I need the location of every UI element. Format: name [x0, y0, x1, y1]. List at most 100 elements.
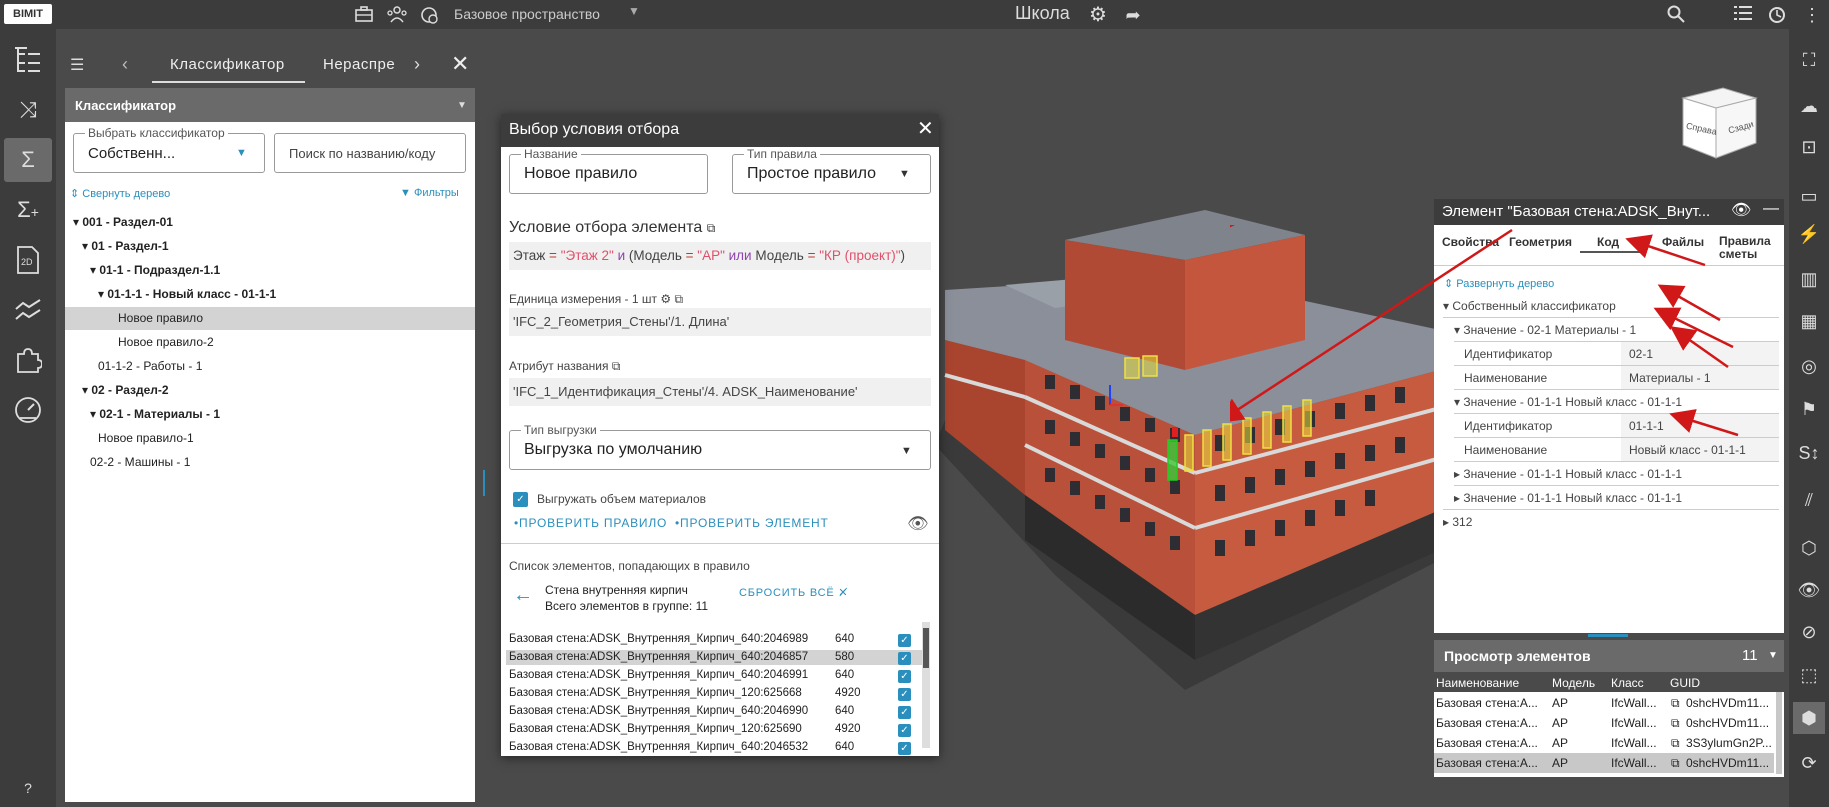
- target-icon[interactable]: ◎: [1793, 350, 1825, 382]
- minimize-icon[interactable]: —: [1763, 200, 1779, 218]
- space-selector[interactable]: Базовое пространство: [454, 6, 600, 22]
- tab-unassigned[interactable]: Нераспре: [323, 56, 403, 73]
- scrollbar-thumb[interactable]: [923, 628, 929, 668]
- col-model[interactable]: Модель: [1552, 676, 1595, 690]
- gear-icon[interactable]: ⚙: [1088, 5, 1108, 25]
- measure-ruler-icon[interactable]: ▭: [1793, 180, 1825, 212]
- chevron-down-icon[interactable]: ▾: [82, 383, 91, 397]
- cloud-upload-icon[interactable]: ☁: [1793, 90, 1825, 122]
- list-item-checkbox[interactable]: ✓: [898, 652, 911, 665]
- panel-resize-handle[interactable]: [1588, 634, 1628, 637]
- check-element-button[interactable]: •ПРОВЕРИТЬ ЭЛЕМЕНТ: [675, 516, 829, 530]
- chevron-down-icon[interactable]: ▼: [628, 4, 640, 18]
- list-item-checkbox[interactable]: ✓: [898, 670, 911, 683]
- col-class[interactable]: Класс: [1611, 676, 1644, 690]
- clip-icon[interactable]: ⫽: [1793, 484, 1825, 516]
- chevron-down-icon[interactable]: ▾: [82, 239, 91, 253]
- close-icon[interactable]: ✕: [917, 116, 934, 141]
- 2d-icon[interactable]: 2D: [4, 238, 52, 282]
- chevron-down-icon[interactable]: ▼: [236, 147, 247, 159]
- arrow-left-icon[interactable]: ←: [513, 584, 533, 607]
- list-item-checkbox[interactable]: ✓: [898, 634, 911, 647]
- bimit-logo[interactable]: BIMIT: [4, 4, 52, 24]
- chevron-down-icon[interactable]: ▾: [98, 287, 107, 301]
- close-icon[interactable]: ✕: [451, 51, 469, 77]
- chevron-right-icon[interactable]: ›: [414, 54, 420, 75]
- name-attr-value[interactable]: 'IFC_1_Идентификация_Стены'/4. ADSK_Наим…: [509, 378, 931, 406]
- list-item-name[interactable]: Базовая стена:ADSK_Внутренняя_Кирпич_640…: [509, 669, 808, 681]
- sigma-icon[interactable]: Σ: [4, 138, 52, 182]
- tree-node-value-3[interactable]: ▸ Значение - 01-1-1 Новый класс - 01-1-1: [1454, 467, 1682, 481]
- list-item-name[interactable]: Базовая стена:ADSK_Внутренняя_Кирпич_120…: [509, 687, 802, 699]
- col-name[interactable]: Наименование: [1436, 676, 1519, 690]
- share-icon[interactable]: ➦: [1123, 5, 1143, 25]
- chevron-down-icon[interactable]: ▾: [90, 263, 99, 277]
- panel-resize-handle[interactable]: [483, 470, 485, 496]
- tree-node-value-4[interactable]: ▸ Значение - 01-1-1 Новый класс - 01-1-1: [1454, 491, 1682, 505]
- chart-line-icon[interactable]: [4, 288, 52, 332]
- gear-icon[interactable]: ⚙: [660, 292, 671, 306]
- briefcase-icon[interactable]: [354, 5, 374, 25]
- copy-icon[interactable]: ⧉: [1671, 756, 1680, 771]
- sheets-icon[interactable]: ▦: [1793, 305, 1825, 337]
- copy-icon[interactable]: ⧉: [707, 221, 716, 235]
- orbit-icon[interactable]: ⟳: [1793, 747, 1825, 779]
- list-item-checkbox[interactable]: ✓: [898, 724, 911, 737]
- flag-icon[interactable]: ⚑: [1793, 393, 1825, 425]
- chevron-left-icon[interactable]: ‹: [122, 54, 128, 75]
- zoom-area-icon[interactable]: ⊡: [1793, 131, 1825, 163]
- search-icon[interactable]: [1666, 5, 1686, 25]
- scrollbar[interactable]: [1776, 692, 1782, 774]
- settings-sub-icon[interactable]: [419, 5, 439, 25]
- select-box-icon[interactable]: ⬚: [1793, 659, 1825, 691]
- list-item-name[interactable]: Базовая стена:ADSK_Внутренняя_Кирпич_640…: [509, 651, 808, 663]
- eye-icon[interactable]: 👁: [1731, 200, 1751, 220]
- copy-icon[interactable]: ⧉: [1671, 716, 1680, 731]
- unit-value[interactable]: 'IFC_2_Геометрия_Стены'/1. Длина': [509, 308, 931, 336]
- tree-node[interactable]: Новое правило: [118, 311, 203, 325]
- shuffle-icon[interactable]: ⤨: [4, 88, 52, 132]
- check-rule-button[interactable]: •ПРОВЕРИТЬ ПРАВИЛО: [514, 516, 667, 530]
- tree-node[interactable]: ▾ 01 - Раздел-1: [82, 239, 169, 253]
- eye-icon[interactable]: 👁: [1793, 574, 1825, 606]
- sync-icon[interactable]: [1767, 5, 1787, 25]
- list-item-name[interactable]: Базовая стена:ADSK_Внутренняя_Кирпич_120…: [509, 723, 802, 735]
- col-guid[interactable]: GUID: [1670, 676, 1700, 690]
- list-item-name[interactable]: Базовая стена:ADSK_Внутренняя_Кирпич_640…: [509, 633, 808, 645]
- menu-dots-icon[interactable]: ⋮: [1802, 5, 1822, 25]
- sigma-plus-icon[interactable]: Σ+: [4, 188, 52, 232]
- tab-classifier[interactable]: Классификатор: [170, 56, 285, 73]
- section-plane-icon[interactable]: ⚡: [1793, 218, 1825, 250]
- list-item-checkbox[interactable]: ✓: [898, 688, 911, 701]
- copy-icon[interactable]: ⧉: [1671, 696, 1680, 711]
- people-icon[interactable]: [386, 5, 407, 25]
- tree-node[interactable]: ▾ 01-1 - Подраздел-1.1: [90, 263, 220, 277]
- tree-node[interactable]: ▾ 02-1 - Материалы - 1: [90, 407, 220, 421]
- puzzle-icon[interactable]: [4, 338, 52, 382]
- layers-icon[interactable]: ▥: [1793, 263, 1825, 295]
- list-menu-icon[interactable]: ☰: [70, 55, 84, 75]
- copy-icon[interactable]: ⧉: [674, 292, 683, 306]
- export-volume-checkbox[interactable]: ✓: [513, 492, 528, 507]
- tree-structure-icon[interactable]: [4, 38, 52, 82]
- chevron-down-icon[interactable]: ▼: [457, 100, 467, 111]
- copy-icon[interactable]: ⧉: [1671, 736, 1680, 751]
- eye-icon[interactable]: 👁: [907, 514, 929, 534]
- tree-node[interactable]: Новое правило-1: [98, 431, 194, 445]
- tree-node[interactable]: Новое правило-2: [118, 335, 214, 349]
- tree-node[interactable]: ▾ 02 - Раздел-2: [82, 383, 169, 397]
- gauge-icon[interactable]: [4, 388, 52, 432]
- condition-expression[interactable]: Этаж = "Этаж 2" и (Модель = "АР" или Мод…: [509, 242, 931, 270]
- focus-icon[interactable]: ⛶: [1793, 44, 1825, 76]
- chevron-down-icon[interactable]: ▾: [73, 215, 82, 229]
- scale-icon[interactable]: S↕: [1793, 437, 1825, 469]
- list-item-name[interactable]: Базовая стена:ADSK_Внутренняя_Кирпич_640…: [509, 741, 808, 753]
- chevron-down-icon[interactable]: ▼: [1768, 650, 1778, 661]
- tree-node[interactable]: ▾ 001 - Раздел-01: [73, 215, 173, 229]
- list-icon[interactable]: [1733, 5, 1753, 25]
- list-item-checkbox[interactable]: ✓: [898, 742, 911, 755]
- tree-node[interactable]: 01-1-2 - Работы - 1: [98, 359, 202, 373]
- chevron-down-icon[interactable]: ▼: [901, 445, 912, 457]
- chevron-down-icon[interactable]: ▾: [90, 407, 99, 421]
- cube-icon[interactable]: ⬢: [1793, 702, 1825, 734]
